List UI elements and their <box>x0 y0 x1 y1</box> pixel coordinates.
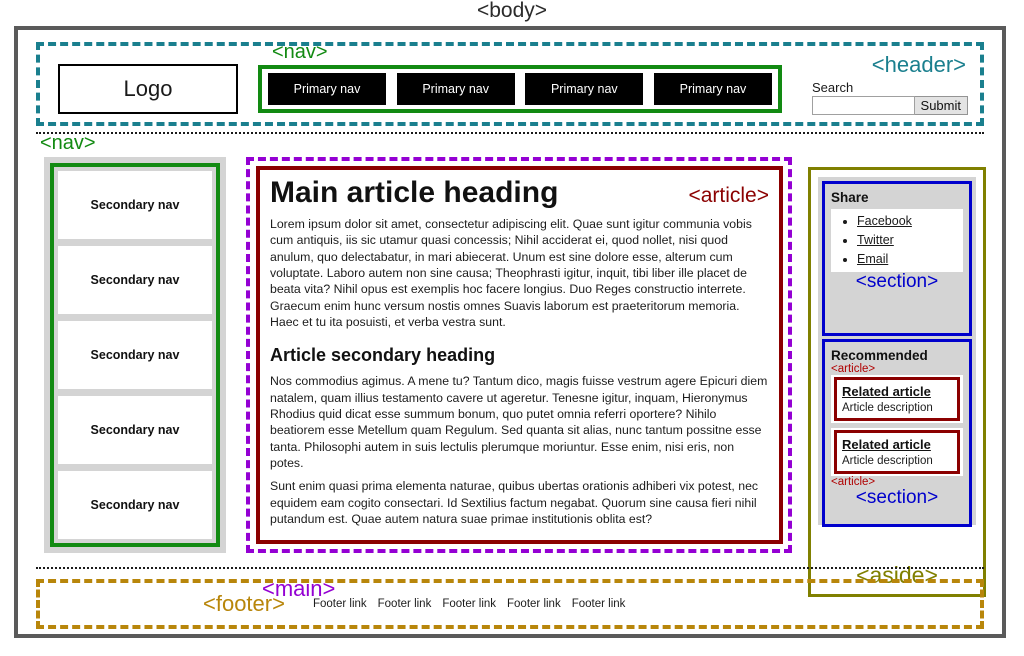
list-item: Related article Article description <box>831 375 963 424</box>
share-link-email[interactable]: Email <box>857 252 888 266</box>
article-region: Main article heading <article> Lorem ips… <box>256 166 783 544</box>
footer-links: Footer link Footer link Footer link Foot… <box>313 598 625 610</box>
recommended-section-tag-label: <section> <box>855 487 939 509</box>
secondary-nav-item-4[interactable]: Secondary nav <box>58 396 212 464</box>
footer-link-4[interactable]: Footer link <box>507 598 561 610</box>
share-link-facebook[interactable]: Facebook <box>857 214 912 228</box>
recommended-article-tag-label-top: <article> <box>831 363 876 375</box>
footer-link-1[interactable]: Footer link <box>313 598 367 610</box>
footer-link-3[interactable]: Footer link <box>442 598 496 610</box>
footer-link-2[interactable]: Footer link <box>378 598 432 610</box>
related-article-title-1[interactable]: Related article <box>842 384 931 399</box>
article-paragraph-3: Sunt enim quasi prima elementa naturae, … <box>270 479 759 527</box>
secondary-nav-item-5[interactable]: Secondary nav <box>58 471 212 539</box>
list-item[interactable]: Email <box>857 250 963 269</box>
aside-region: Share Facebook Twitter Email <section> R… <box>808 167 986 597</box>
primary-nav: Primary nav Primary nav Primary nav Prim… <box>258 65 782 113</box>
body-tag-label: <body> <box>476 0 548 22</box>
body-frame: <header> Logo <nav> Primary nav Primary … <box>14 26 1006 638</box>
article-tag-label: <article> <box>688 184 769 207</box>
article-secondary-heading: Article secondary heading <box>270 345 496 366</box>
list-item[interactable]: Facebook <box>857 212 963 231</box>
search-form: Search Submit <box>812 80 968 115</box>
primary-nav-tag-label: <nav> <box>272 41 328 63</box>
share-list-container: Facebook Twitter Email <box>831 209 963 273</box>
share-heading: Share <box>831 190 869 205</box>
article-paragraph-1: Lorem ipsum dolor sit amet, consectetur … <box>270 217 752 330</box>
related-article-description-1: Article description <box>842 402 933 415</box>
related-article-description-2: Article description <box>842 455 933 468</box>
secondary-nav-item-2[interactable]: Secondary nav <box>58 246 212 314</box>
share-section-tag-label: <section> <box>855 271 939 293</box>
secondary-nav-item-1[interactable]: Secondary nav <box>58 171 212 239</box>
related-article-title-2[interactable]: Related article <box>842 437 931 452</box>
primary-nav-item-1[interactable]: Primary nav <box>268 73 386 105</box>
article-paragraph-2: Nos commodius agimus. A mene tu? Tantum … <box>270 374 768 471</box>
footer-tag-label: <footer> <box>203 591 285 616</box>
secondary-nav-item-3[interactable]: Secondary nav <box>58 321 212 389</box>
share-link-twitter[interactable]: Twitter <box>857 233 894 247</box>
footer-region: <footer> Footer link Footer link Footer … <box>36 579 984 629</box>
recommended-section: Recommended <article> Related article Ar… <box>822 339 972 527</box>
search-submit-button[interactable]: Submit <box>914 96 968 115</box>
primary-nav-item-2[interactable]: Primary nav <box>396 73 515 105</box>
aside-inner: Share Facebook Twitter Email <section> R… <box>818 177 976 527</box>
footer-divider <box>36 567 984 569</box>
share-section: Share Facebook Twitter Email <section> <box>822 181 972 336</box>
share-list: Facebook Twitter Email <box>831 212 963 269</box>
secondary-nav: Secondary nav Secondary nav Secondary na… <box>50 163 220 547</box>
list-item: Related article Article description <box>831 428 963 477</box>
header-divider <box>36 132 984 134</box>
article-heading-row: Main article heading <article> <box>270 176 769 209</box>
primary-nav-item-3[interactable]: Primary nav <box>525 73 644 105</box>
article-heading: Main article heading <box>270 176 559 209</box>
logo[interactable]: Logo <box>58 64 238 114</box>
footer-link-5[interactable]: Footer link <box>572 598 626 610</box>
list-item[interactable]: Twitter <box>857 231 963 250</box>
related-article-card-1[interactable]: Related article Article description <box>834 377 960 422</box>
header-tag-label: <header> <box>871 52 966 77</box>
recommended-heading: Recommended <box>831 348 928 363</box>
header-region: <header> Logo <nav> Primary nav Primary … <box>36 42 984 126</box>
search-input[interactable] <box>812 96 915 115</box>
secondary-nav-tag-label: <nav> <box>40 132 96 154</box>
primary-nav-item-4[interactable]: Primary nav <box>653 73 772 105</box>
search-label: Search <box>812 80 854 95</box>
related-article-card-2[interactable]: Related article Article description <box>834 430 960 475</box>
search-row: Submit <box>812 96 968 115</box>
secondary-nav-container: Secondary nav Secondary nav Secondary na… <box>44 157 226 553</box>
